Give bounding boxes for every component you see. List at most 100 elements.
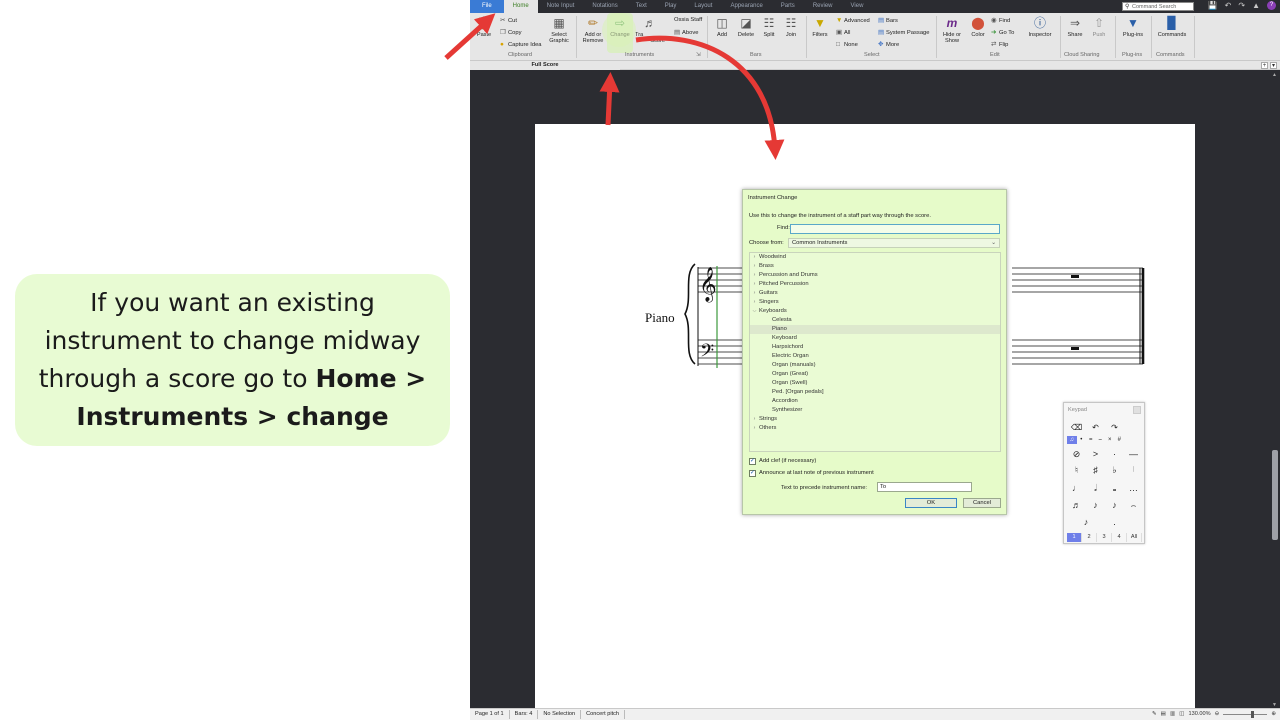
tab-notations[interactable]: Notations (583, 0, 626, 13)
redo-icon[interactable]: ↷ (1238, 1, 1245, 10)
voice-tab-2[interactable]: 2 (1082, 533, 1097, 542)
join-bar-button[interactable]: ☷ Join (782, 16, 800, 38)
sharp-icon[interactable]: ♯ (1086, 464, 1105, 476)
tree-instrument-item[interactable]: Accordion (750, 397, 1000, 406)
quarter-note-icon[interactable]: ♩ (1067, 482, 1086, 494)
select-none-button[interactable]: □ None (836, 41, 858, 49)
vertical-scrollbar[interactable]: ▲ ▼ (1270, 70, 1280, 710)
tenuto-icon[interactable]: — (1124, 448, 1143, 460)
tab-appearance[interactable]: Appearance (721, 0, 771, 13)
flat-icon[interactable]: ♭ (1105, 464, 1124, 476)
ok-button[interactable]: OK (905, 498, 957, 508)
zoom-in-icon[interactable]: ⊕ (1271, 711, 1276, 717)
plugins-button[interactable]: ▼ Plug-ins (1120, 16, 1146, 38)
spreads-icon[interactable]: ◫ (1179, 711, 1184, 717)
tree-instrument-item[interactable]: Organ (Great) (750, 370, 1000, 379)
instrument-tree[interactable]: › Woodwind › Brass › Percussion and Drums › Pit… (749, 252, 1001, 452)
select-more-button[interactable]: ✥ More (878, 41, 899, 49)
save-icon[interactable]: 💾 (1208, 1, 1218, 10)
paste-button[interactable]: 📋 Paste (474, 16, 494, 38)
share-button[interactable]: ⇒ Share (1064, 16, 1086, 38)
layout-more-icon[interactable]: • (1077, 436, 1087, 444)
voice-tab-1[interactable]: 1 (1067, 533, 1082, 542)
tree-instrument-item[interactable]: Organ (manuals) (750, 361, 1000, 370)
redo-icon[interactable]: ↷ (1105, 422, 1124, 434)
chevron-right-icon[interactable]: › (750, 280, 759, 289)
advanced-select-button[interactable]: ▼ Advanced (836, 17, 870, 25)
capture-idea-button[interactable]: ● Capture Idea (500, 41, 542, 49)
tree-instrument-item[interactable]: Electric Organ (750, 352, 1000, 361)
copy-button[interactable]: ❐ Copy (500, 29, 522, 37)
select-all-button[interactable]: ▣ All (836, 29, 850, 37)
tree-instrument-item[interactable]: Keyboard (750, 334, 1000, 343)
cut-button[interactable]: ✂ Cut (500, 17, 517, 25)
tab-layout[interactable]: Layout (685, 0, 721, 13)
zoom-out-icon[interactable]: ⊖ (1215, 711, 1220, 717)
push-button[interactable]: ⇧ Push (1089, 16, 1109, 38)
color-button[interactable]: ⬤ Color (968, 16, 988, 38)
focus-icon[interactable]: ✎ (1152, 711, 1157, 717)
tab-view[interactable]: View (842, 0, 873, 13)
layout-ties-icon[interactable]: ⌢ (1096, 436, 1106, 444)
add-or-remove-button[interactable]: ✏ Add or Remove (580, 16, 606, 45)
add-clef-checkbox[interactable]: ✓ (749, 458, 756, 465)
add-tab-icon[interactable]: + (1261, 62, 1268, 69)
view-mode-icon[interactable]: ▤ (1161, 711, 1166, 717)
tree-category-item[interactable]: › Singers (750, 298, 1000, 307)
tree-category-item[interactable]: › Others (750, 424, 1000, 433)
collapse-ribbon-icon[interactable]: ▲ (1252, 1, 1260, 10)
commands-button[interactable]: ▉ Commands (1155, 16, 1189, 38)
tree-instrument-item[interactable]: Celesta (750, 316, 1000, 325)
close-icon[interactable] (1133, 406, 1141, 414)
inspector-button[interactable]: ⓘ Inspector (1025, 16, 1055, 38)
thirty-second-note-icon[interactable]: … (1124, 482, 1143, 494)
choose-from-select[interactable]: Common Instruments ⌄ (788, 238, 1000, 248)
change-instrument-button[interactable]: ⇨ Change (607, 13, 633, 53)
tree-instrument-item[interactable]: Synthesizer (750, 406, 1000, 415)
select-graphic-button[interactable]: ▦ Select Graphic (547, 16, 571, 45)
tab-note-input[interactable]: Note Input (538, 0, 584, 13)
tab-file[interactable]: File (470, 0, 504, 13)
tab-parts[interactable]: Parts (772, 0, 804, 13)
tree-category-item[interactable]: › Strings (750, 415, 1000, 424)
select-bars-button[interactable]: ▤ Bars (878, 17, 898, 25)
hide-or-show-button[interactable]: m Hide or Show (940, 16, 964, 45)
undo-icon[interactable]: ↶ (1225, 1, 1232, 10)
eighth-note-icon[interactable]: ♪ (1086, 499, 1105, 511)
zoom-slider[interactable] (1223, 710, 1268, 718)
precede-name-input[interactable]: To (877, 482, 972, 492)
eighth-note-alt-icon[interactable]: ♪ (1105, 499, 1124, 511)
voice-tab-3[interactable]: 3 (1097, 533, 1112, 542)
tab-full-score[interactable]: Full Score (470, 61, 620, 70)
chevron-right-icon[interactable]: › (750, 271, 759, 280)
tab-play[interactable]: Play (656, 0, 686, 13)
backspace-icon[interactable]: ⌫ (1067, 422, 1086, 434)
accent-icon[interactable]: > (1086, 448, 1105, 460)
layout-all-icon[interactable]: # (1115, 436, 1125, 444)
split-bar-button[interactable]: ☷ Split (760, 16, 778, 38)
whole-note-icon[interactable]: 𝅝 (1105, 482, 1124, 494)
voice-tab-4[interactable]: 4 (1112, 533, 1127, 542)
panorama-icon[interactable]: ▥ (1170, 711, 1175, 717)
tab-list-icon[interactable]: ▾ (1270, 62, 1277, 69)
tree-instrument-item[interactable]: Piano (750, 325, 1000, 334)
delete-bar-button[interactable]: ◪ Delete (736, 16, 756, 38)
add-bar-button[interactable]: ◫ Add (712, 16, 732, 38)
sixty-fourth-note-icon[interactable]: 𝅥 (1124, 464, 1143, 476)
tree-category-item[interactable]: › Guitars (750, 289, 1000, 298)
half-note-icon[interactable]: 𝅗𝅥 (1086, 482, 1105, 494)
zoom-slider-knob[interactable] (1251, 710, 1255, 718)
tree-category-item[interactable]: › Brass (750, 262, 1000, 271)
rest-icon[interactable]: ⊘ (1067, 448, 1086, 460)
chevron-right-icon[interactable]: › (750, 289, 759, 298)
dialog-launcher-icon[interactable]: ⇲ (696, 52, 701, 58)
natural-icon[interactable]: ♮ (1067, 464, 1086, 476)
system-passage-button[interactable]: ▤ System Passage (878, 29, 930, 37)
chevron-right-icon[interactable]: › (750, 415, 759, 424)
tree-instrument-item[interactable]: Organ (Swell) (750, 379, 1000, 388)
tree-category-item[interactable]: › Percussion and Drums (750, 271, 1000, 280)
undo-icon[interactable]: ↶ (1086, 422, 1105, 434)
tab-review[interactable]: Review (804, 0, 842, 13)
chevron-right-icon[interactable]: › (750, 298, 759, 307)
find-input[interactable] (790, 224, 1000, 234)
